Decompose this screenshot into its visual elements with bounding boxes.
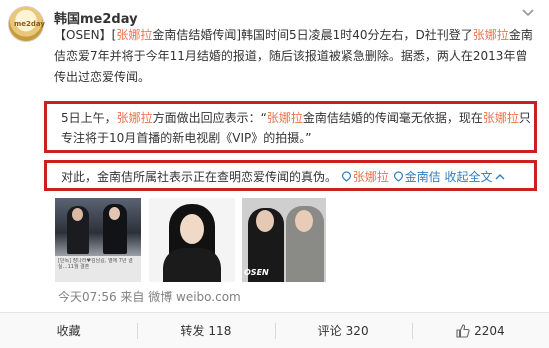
post-text: 金南佶结婚的传闻毫无依据，现在 [302, 111, 483, 125]
post-text: 【OSEN】 [54, 28, 112, 42]
post-body-paragraph2: 5日上午，张娜拉方面做出回应表示：“张娜拉金南佶结婚的传闻毫无依据，现在张娜拉只… [61, 108, 531, 148]
avatar[interactable]: me2day [8, 6, 45, 42]
action-bar: 收藏 转发 118 评论 320 2204 [0, 313, 549, 348]
like-button[interactable]: 2204 [411, 313, 549, 348]
photo-caption: [단독] 장나라♥김남길, 열애 7년 결실…11월 결혼 [58, 258, 133, 270]
collect-button[interactable]: 收藏 [0, 313, 137, 348]
repost-count: 118 [208, 323, 232, 338]
post-body-paragraph1: 【OSEN】[张娜拉金南佶结婚传闻]韩国时间5日凌晨1时40分左右，D社刊登了张… [54, 25, 538, 88]
collapse-text-link[interactable]: 收起全文 [445, 170, 505, 184]
comment-button[interactable]: 评论 320 [274, 313, 412, 348]
person-name-link[interactable]: 张娜拉 [267, 111, 303, 125]
photo-face [109, 207, 120, 220]
photo-face [180, 214, 204, 244]
like-count: 2204 [474, 323, 505, 338]
photo-thumbnail-1[interactable]: [단독] 장나라♥김남길, 열애 7년 결실…11월 결혼 [55, 198, 141, 282]
thumbs-up-icon [456, 323, 470, 338]
chevron-down-icon[interactable] [521, 8, 535, 18]
photo-person-body [163, 248, 221, 282]
repost-button[interactable]: 转发 118 [137, 313, 274, 348]
person-name-link[interactable]: 张娜拉 [483, 111, 519, 125]
highlight-box-statement: 5日上午，张娜拉方面做出回应表示：“张娜拉金南佶结婚的传闻毫无依据，现在张娜拉只… [44, 101, 537, 153]
highlight-box-agency: 对此，金南佶所属社表示正在查明恋爱传闻的真伪。 张娜拉 金南佶 收起全文 [44, 160, 537, 191]
topic-tag-1[interactable]: 张娜拉 [341, 170, 389, 184]
photo-face [256, 210, 274, 232]
photo-face [295, 210, 313, 232]
post-body-paragraph3: 对此，金南佶所属社表示正在查明恋爱传闻的真伪。 张娜拉 金南佶 收起全文 [61, 167, 536, 187]
post-meta[interactable]: 今天07:56 来自 微博 weibo.com [58, 288, 241, 305]
person-name-link[interactable]: 张娜拉 [473, 28, 509, 42]
photo-thumbnail-2[interactable] [149, 198, 235, 282]
chevron-up-icon [495, 174, 505, 180]
collapse-label: 收起全文 [444, 170, 493, 184]
comment-count: 320 [345, 323, 369, 338]
comment-label: 评论 [317, 324, 342, 338]
person-name-link[interactable]: 张娜拉 [116, 28, 152, 42]
location-tag-icon [393, 171, 403, 182]
avatar-label: me2day [14, 20, 45, 28]
post-text: 5日上午， [61, 111, 117, 125]
location-tag-icon [341, 171, 351, 182]
photo-watermark: OSEN [244, 268, 269, 277]
post-text: 金南佶结婚传闻]韩国时间5日凌晨1时40分左右，D社刊登了 [152, 28, 473, 42]
topic-tag-1-label: 张娜拉 [352, 170, 389, 184]
topic-tag-2[interactable]: 金南佶 [393, 170, 441, 184]
repost-label: 转发 [180, 324, 205, 338]
person-name-link[interactable]: 张娜拉 [117, 111, 153, 125]
collect-label: 收藏 [56, 324, 81, 338]
topic-tag-2-label: 金南佶 [404, 170, 441, 184]
photo-face [72, 208, 83, 221]
post-text: 方面做出回应表示：“ [152, 111, 267, 125]
agency-statement: 对此，金南佶所属社表示正在查明恋爱传闻的真伪。 [61, 170, 338, 184]
photo-thumbnail-3[interactable]: OSEN [242, 198, 326, 282]
